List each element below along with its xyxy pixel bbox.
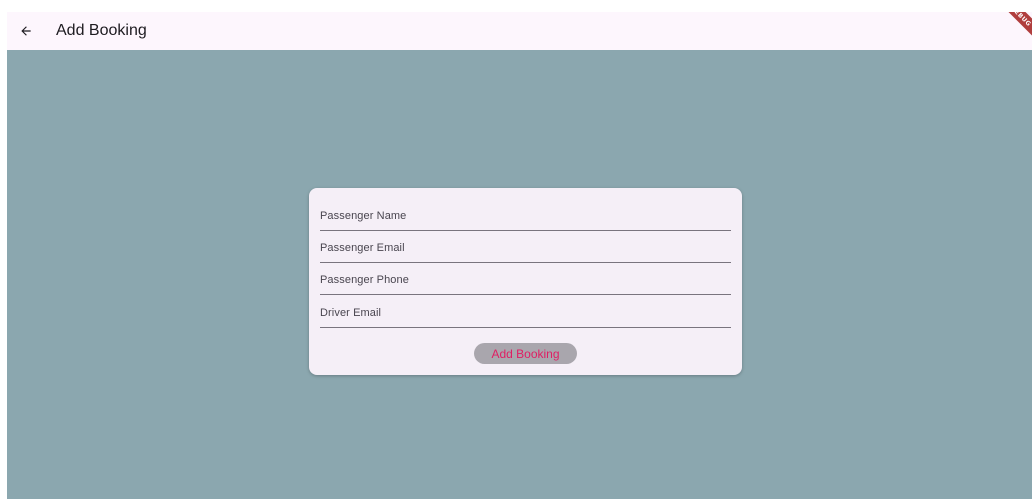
passenger-phone-field[interactable]: Passenger Phone <box>320 265 731 295</box>
passenger-email-input[interactable] <box>320 233 731 262</box>
booking-form-card: Passenger Name Passenger Email Passenger… <box>309 188 742 375</box>
app-window: Add Booking DEBUG Passenger Name Passeng… <box>7 12 1032 499</box>
passenger-name-field[interactable]: Passenger Name <box>320 201 731 231</box>
back-button[interactable] <box>15 20 37 42</box>
passenger-phone-input[interactable] <box>320 265 731 294</box>
driver-email-input[interactable] <box>320 298 731 327</box>
arrow-back-icon <box>21 26 31 36</box>
passenger-name-input[interactable] <box>320 201 731 230</box>
add-booking-button[interactable]: Add Booking <box>474 343 577 364</box>
page-title: Add Booking <box>56 22 147 39</box>
passenger-email-field[interactable]: Passenger Email <box>320 233 731 263</box>
driver-email-field[interactable]: Driver Email <box>320 298 731 328</box>
app-bar: Add Booking <box>7 12 1032 50</box>
